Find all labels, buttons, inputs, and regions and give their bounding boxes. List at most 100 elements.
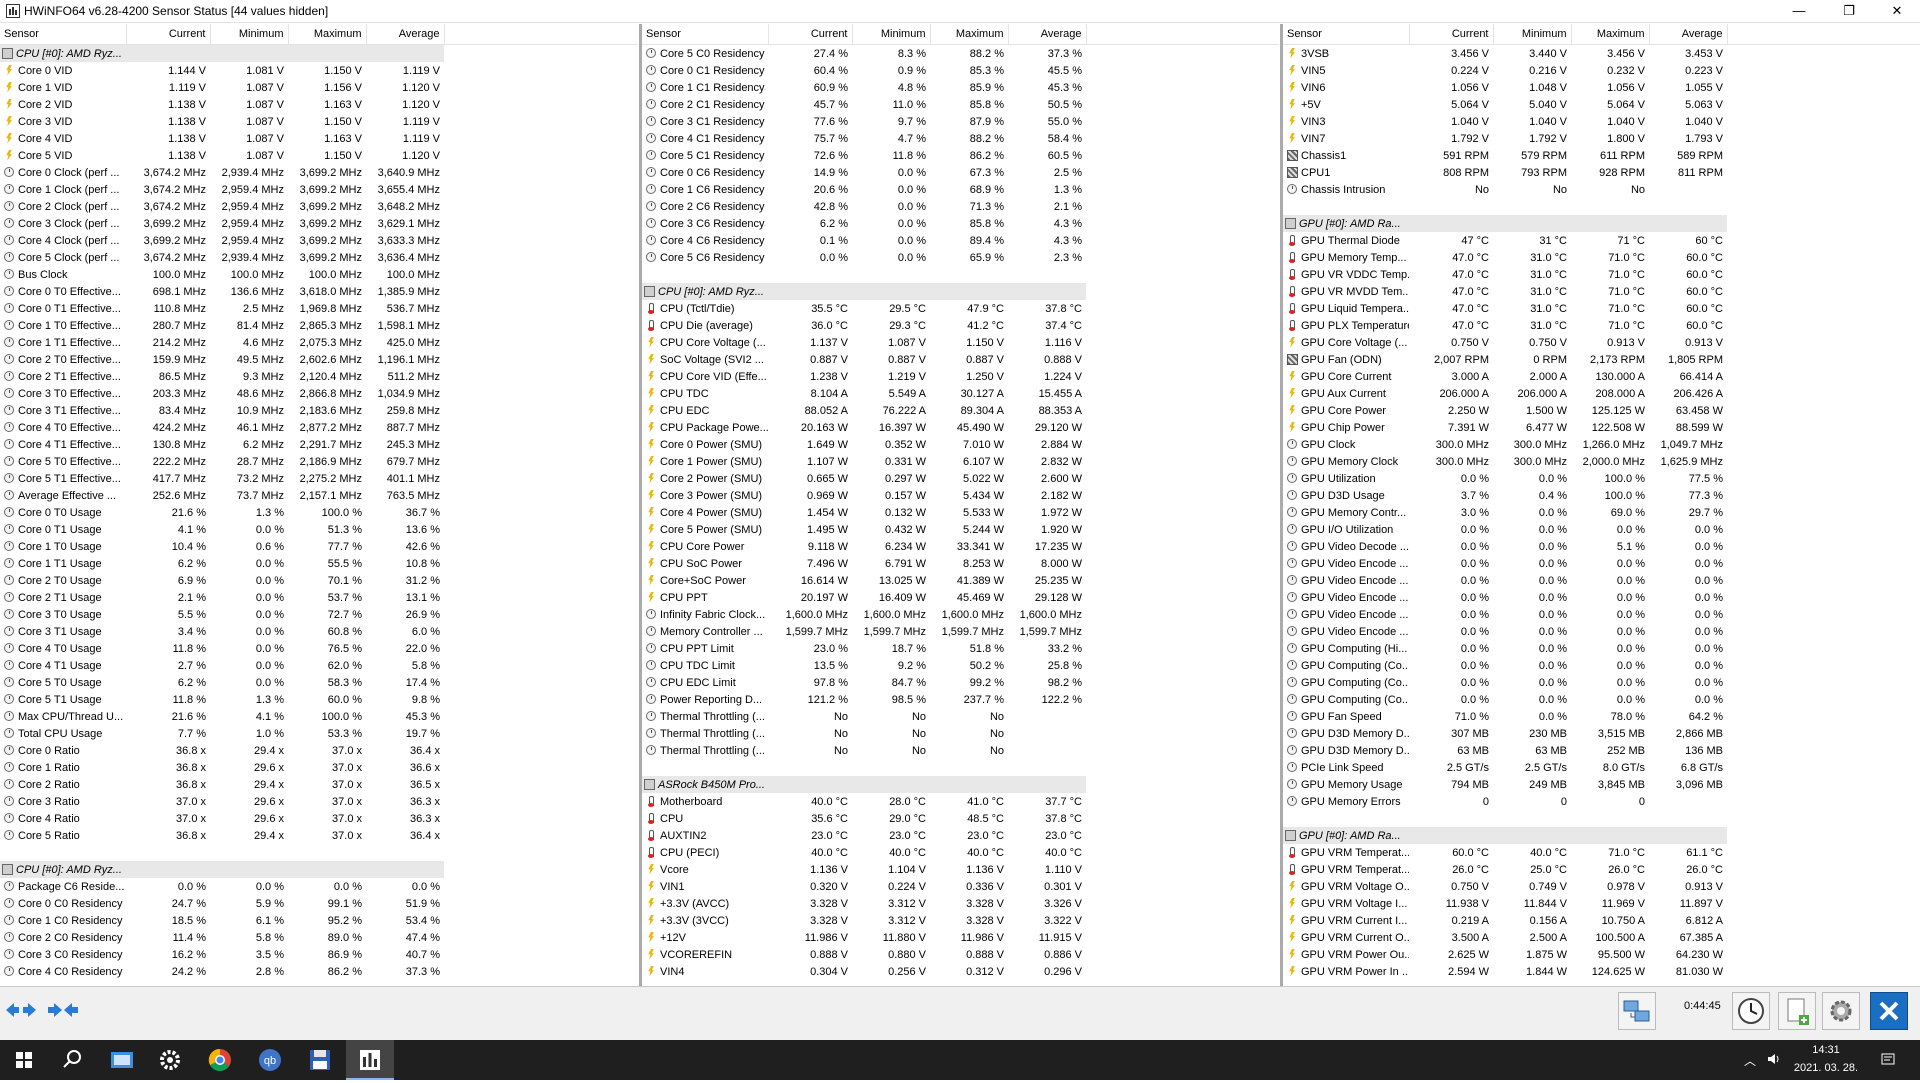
sensor-name-cell[interactable]: Core 0 T1 Usage bbox=[0, 521, 126, 538]
sensor-name-cell[interactable]: Core 2 C1 Residency bbox=[642, 96, 768, 113]
sensor-row[interactable]: GPU Memory Contr... 3.0 % 0.0 % 69.0 % 29.7 … bbox=[1283, 504, 1920, 521]
sensor-row[interactable]: Core 0 VID 1.144 V 1.081 V 1.150 V 1.119 V bbox=[0, 62, 638, 79]
sensor-name-cell[interactable]: GPU Memory Errors bbox=[1283, 793, 1409, 810]
sensor-row[interactable]: +12V 11.986 V 11.880 V 11.986 V 11.915 V bbox=[642, 929, 1279, 946]
sensor-name-cell[interactable]: Core 2 C6 Residency bbox=[642, 198, 768, 215]
sensor-row[interactable]: Core 2 T0 Effective... 159.9 MHz 49.5 MHz 2… bbox=[0, 351, 638, 368]
gear-icon[interactable] bbox=[1822, 992, 1860, 1030]
sensor-name-cell[interactable]: Core 2 VID bbox=[0, 96, 126, 113]
sensor-name-cell[interactable]: Core 3 T0 Effective... bbox=[0, 385, 126, 402]
sensor-row[interactable]: VIN3 1.040 V 1.040 V 1.040 V 1.040 V bbox=[1283, 113, 1920, 130]
sensor-name-cell[interactable]: Core 0 C6 Residency bbox=[642, 164, 768, 181]
sensor-row[interactable]: Infinity Fabric Clock... 1,600.0 MHz 1,600… bbox=[642, 606, 1279, 623]
sensor-panel-right[interactable]: Sensor Current Minimum Maximum Average 3VSB 3.… bbox=[1283, 24, 1920, 986]
clock-icon[interactable] bbox=[1732, 992, 1770, 1030]
sensor-row[interactable]: Core 3 C6 Residency 6.2 % 0.0 % 85.8 % 4.3 % bbox=[642, 215, 1279, 232]
sensor-name-cell[interactable]: CPU PPT bbox=[642, 589, 768, 606]
sensor-row[interactable]: CPU PPT 20.197 W 16.409 W 45.469 W 29.128 W bbox=[642, 589, 1279, 606]
sensor-name-cell[interactable]: Core 4 C0 Residency bbox=[0, 963, 126, 980]
sensor-row[interactable]: Core 2 C0 Residency 11.4 % 5.8 % 89.0 % 47.4… bbox=[0, 929, 638, 946]
sensor-name-cell[interactable]: Core 4 Ratio bbox=[0, 810, 126, 827]
sensor-name-cell[interactable]: GPU Video Decode ... bbox=[1283, 538, 1409, 555]
sensor-row[interactable]: Core 4 Ratio 37.0 x 29.6 x 37.0 x 36.3 x bbox=[0, 810, 638, 827]
sensor-row[interactable]: GPU VR MVDD Tem... 47.0 °C 31.0 °C 71.0 °C 6… bbox=[1283, 283, 1920, 300]
sensor-name-cell[interactable]: Core 1 Ratio bbox=[0, 759, 126, 776]
sensor-row[interactable]: Bus Clock 100.0 MHz 100.0 MHz 100.0 MHz 100.… bbox=[0, 266, 638, 283]
sensor-name-cell[interactable]: GPU Computing (Co... bbox=[1283, 691, 1409, 708]
settings-gear-icon[interactable] bbox=[146, 1040, 194, 1080]
tray-clock-time[interactable]: 14:31 bbox=[1790, 1044, 1862, 1056]
sensor-row[interactable]: Core 4 T0 Effective... 424.2 MHz 46.1 MHz 2… bbox=[0, 419, 638, 436]
sensor-name-cell[interactable]: GPU VRM Temperat... bbox=[1283, 861, 1409, 878]
sensor-name-cell[interactable]: GPU VR VDDC Temp... bbox=[1283, 266, 1409, 283]
sensor-name-cell[interactable]: Core 3 T0 Usage bbox=[0, 606, 126, 623]
sensor-row[interactable]: Core 5 T0 Usage 6.2 % 0.0 % 58.3 % 17.4 % bbox=[0, 674, 638, 691]
sensor-row[interactable]: Core 3 Clock (perf ... 3,699.2 MHz 2,959.4… bbox=[0, 215, 638, 232]
sensor-name-cell[interactable]: Thermal Throttling (... bbox=[642, 725, 768, 742]
sensor-row[interactable]: GPU Video Encode ... 0.0 % 0.0 % 0.0 % 0.0 % bbox=[1283, 606, 1920, 623]
sensor-row[interactable]: Core 3 Power (SMU) 0.969 W 0.157 W 5.434 W 2… bbox=[642, 487, 1279, 504]
sensor-row[interactable]: CPU Core Power 9.118 W 6.234 W 33.341 W 17.2… bbox=[642, 538, 1279, 555]
sensor-name-cell[interactable]: Core 5 T0 Usage bbox=[0, 674, 126, 691]
sensor-row[interactable]: Core 4 T1 Effective... 130.8 MHz 6.2 MHz 2,… bbox=[0, 436, 638, 453]
sensor-row[interactable]: GPU Liquid Tempera... 47.0 °C 31.0 °C 71.0 … bbox=[1283, 300, 1920, 317]
sensor-name-cell[interactable]: Core 0 T0 Usage bbox=[0, 504, 126, 521]
sensor-row[interactable]: GPU Core Voltage (... 0.750 V 0.750 V 0.913… bbox=[1283, 334, 1920, 351]
sensor-name-cell[interactable]: CPU bbox=[642, 810, 768, 827]
sensor-name-cell[interactable]: GPU Utilization bbox=[1283, 470, 1409, 487]
sensor-row[interactable]: GPU Clock 300.0 MHz 300.0 MHz 1,266.0 MHz 1,… bbox=[1283, 436, 1920, 453]
sensor-row[interactable]: GPU Thermal Diode 47 °C 31 °C 71 °C 60 °C bbox=[1283, 232, 1920, 249]
column-header-sensor[interactable]: Sensor bbox=[642, 24, 769, 45]
sensor-row[interactable]: VIN7 1.792 V 1.792 V 1.800 V 1.793 V bbox=[1283, 130, 1920, 147]
sensor-row[interactable]: CPU (PECI) 40.0 °C 40.0 °C 40.0 °C 40.0 °C bbox=[642, 844, 1279, 861]
sensor-row[interactable]: Memory Controller ... 1,599.7 MHz 1,599.7 … bbox=[642, 623, 1279, 640]
sensor-row[interactable]: Total CPU Usage 7.7 % 1.0 % 53.3 % 19.7 % bbox=[0, 725, 638, 742]
sensor-row[interactable]: Core 1 T1 Usage 6.2 % 0.0 % 55.5 % 10.8 % bbox=[0, 555, 638, 572]
sensor-row[interactable]: Core 2 T1 Effective... 86.5 MHz 9.3 MHz 2,1… bbox=[0, 368, 638, 385]
sensor-row[interactable]: CPU TDC 8.104 A 5.549 A 30.127 A 15.455 A bbox=[642, 385, 1279, 402]
sensor-row[interactable]: GPU Fan (ODN) 2,007 RPM 0 RPM 2,173 RPM 1,80… bbox=[1283, 351, 1920, 368]
sensor-name-cell[interactable]: GPU Memory Usage bbox=[1283, 776, 1409, 793]
sensor-row[interactable]: Chassis1 591 RPM 579 RPM 611 RPM 589 RPM bbox=[1283, 147, 1920, 164]
sensor-name-cell[interactable]: CPU TDC Limit bbox=[642, 657, 768, 674]
sensor-row[interactable]: Core 4 T0 Usage 11.8 % 0.0 % 76.5 % 22.0 % bbox=[0, 640, 638, 657]
sensor-row[interactable]: GPU Computing (Co... 0.0 % 0.0 % 0.0 % 0.0 % bbox=[1283, 691, 1920, 708]
sensor-row[interactable]: CPU Core VID (Effe... 1.238 V 1.219 V 1.250… bbox=[642, 368, 1279, 385]
sensor-row[interactable]: CPU Package Powe... 20.163 W 16.397 W 45.49… bbox=[642, 419, 1279, 436]
sensor-name-cell[interactable]: CPU PPT Limit bbox=[642, 640, 768, 657]
sensor-row[interactable]: GPU Computing (Hi... 0.0 % 0.0 % 0.0 % 0.0 % bbox=[1283, 640, 1920, 657]
sensor-name-cell[interactable]: GPU VRM Power Ou... bbox=[1283, 946, 1409, 963]
network-sensors-icon[interactable] bbox=[1618, 992, 1656, 1030]
sensor-name-cell[interactable]: Core 3 C1 Residency bbox=[642, 113, 768, 130]
sensor-name-cell[interactable]: Thermal Throttling (... bbox=[642, 708, 768, 725]
column-header-average[interactable]: Average bbox=[1008, 24, 1087, 45]
sensor-row[interactable]: VIN1 0.320 V 0.224 V 0.336 V 0.301 V bbox=[642, 878, 1279, 895]
sensor-row[interactable]: Core 0 C1 Residency 60.4 % 0.9 % 85.3 % 45.5… bbox=[642, 62, 1279, 79]
sensor-row[interactable]: Core 4 C0 Residency 24.2 % 2.8 % 86.2 % 37.3… bbox=[0, 963, 638, 980]
sensor-group-cell[interactable]: CPU [#0]: AMD Ryz... bbox=[0, 861, 444, 878]
sensor-row[interactable]: +3.3V (3VCC) 3.328 V 3.312 V 3.328 V 3.322 V bbox=[642, 912, 1279, 929]
sensor-name-cell[interactable]: Vcore bbox=[642, 861, 768, 878]
sensor-row[interactable]: GPU Chip Power 7.391 W 6.477 W 122.508 W 88.… bbox=[1283, 419, 1920, 436]
sensor-name-cell[interactable]: Core 0 T1 Effective... bbox=[0, 300, 126, 317]
sensor-name-cell[interactable]: Core 1 VID bbox=[0, 79, 126, 96]
sensor-group-cell[interactable]: CPU [#0]: AMD Ryz... bbox=[642, 283, 1086, 300]
sensor-row[interactable]: Core 0 T1 Effective... 110.8 MHz 2.5 MHz 1,… bbox=[0, 300, 638, 317]
sensor-row[interactable]: Thermal Throttling (... No No No bbox=[642, 708, 1279, 725]
sensor-row[interactable]: Core 5 VID 1.138 V 1.087 V 1.150 V 1.120 V bbox=[0, 147, 638, 164]
sensor-name-cell[interactable]: VIN1 bbox=[642, 878, 768, 895]
column-header-current[interactable]: Current bbox=[1409, 24, 1494, 45]
sensor-row[interactable]: Core 2 Ratio 36.8 x 29.4 x 37.0 x 36.5 x bbox=[0, 776, 638, 793]
task-view-icon[interactable] bbox=[98, 1040, 146, 1080]
sensor-row[interactable]: CPU Die (average) 36.0 °C 29.3 °C 41.2 °C 37… bbox=[642, 317, 1279, 334]
sensor-row[interactable]: GPU Video Encode ... 0.0 % 0.0 % 0.0 % 0.0 % bbox=[1283, 555, 1920, 572]
sensor-row[interactable]: GPU Fan Speed 71.0 % 0.0 % 78.0 % 64.2 % bbox=[1283, 708, 1920, 725]
sensor-name-cell[interactable]: Core 2 T0 Effective... bbox=[0, 351, 126, 368]
sensor-row[interactable]: Core 1 VID 1.119 V 1.087 V 1.156 V 1.120 V bbox=[0, 79, 638, 96]
sensor-row[interactable]: Average Effective ... 252.6 MHz 73.7 MHz 2,… bbox=[0, 487, 638, 504]
sensor-row[interactable]: Core 3 T1 Usage 3.4 % 0.0 % 60.8 % 6.0 % bbox=[0, 623, 638, 640]
sensor-row[interactable]: GPU I/O Utilization 0.0 % 0.0 % 0.0 % 0.0 % bbox=[1283, 521, 1920, 538]
sensor-name-cell[interactable]: Core 5 C1 Residency bbox=[642, 147, 768, 164]
sensor-row[interactable]: GPU Video Decode ... 0.0 % 0.0 % 5.1 % 0.0 % bbox=[1283, 538, 1920, 555]
sensor-row[interactable]: Core 1 C0 Residency 18.5 % 6.1 % 95.2 % 53.4… bbox=[0, 912, 638, 929]
